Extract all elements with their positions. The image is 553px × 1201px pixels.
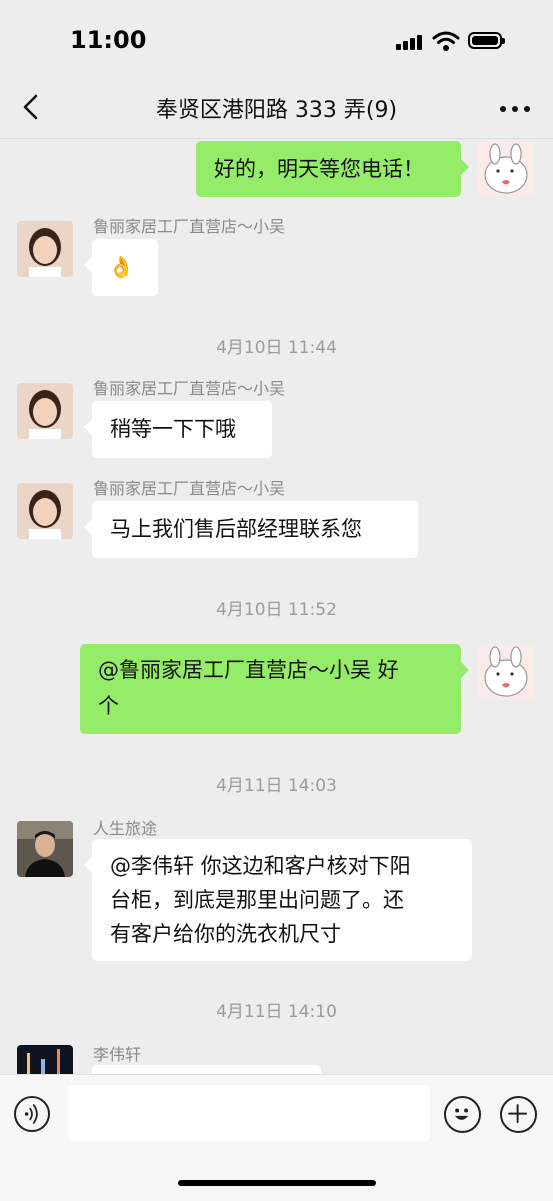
sender-name: 鲁丽家居工厂直营店～小吴 [93, 479, 286, 498]
home-indicator[interactable] [178, 1180, 376, 1186]
sender-avatar[interactable] [17, 221, 73, 277]
message-bubble-incoming[interactable]: 马上我们售后部经理联系您 [84, 501, 418, 558]
message-line: @鲁丽家居工厂直营店～小吴 好 [98, 658, 399, 682]
timestamp: 4月11日 14:10 [216, 1002, 337, 1022]
wifi-icon [432, 31, 460, 51]
more-options-button[interactable] [496, 98, 536, 118]
cellular-signal-icon [396, 34, 424, 50]
sender-name: 鲁丽家居工厂直营店～小吴 [93, 217, 286, 236]
timestamp: 4月11日 14:03 [216, 776, 337, 796]
message-list[interactable]: 好的，明天等您电话！ 鲁丽家居工厂直营店～小吴 👌 4月10日 11:44 鲁丽… [0, 139, 553, 1074]
sender-avatar[interactable] [17, 1045, 73, 1074]
message-bubble-outgoing[interactable]: 好的，明天等您电话！ [196, 141, 469, 197]
message-line: 个 [98, 694, 119, 718]
message-bubble-incoming[interactable]: 👌 [84, 239, 158, 296]
my-avatar[interactable] [478, 644, 534, 700]
chat-title: 奉贤区港阳路 333 弄(9) [155, 98, 398, 123]
message-line: @李伟轩 你这边和客户核对下阳 [110, 854, 411, 878]
message-bubble-incoming[interactable]: @李伟轩 你这边和客户核对下阳 台柜，到底是那里出问题了。还 有客户给你的洗衣机… [84, 839, 472, 961]
message-bubble-outgoing[interactable]: @鲁丽家居工厂直营店～小吴 好 个 [80, 644, 469, 734]
message-bubble-incoming[interactable]: 稍等一下下哦 [84, 401, 272, 458]
plus-icon[interactable] [500, 1096, 537, 1133]
sender-avatar[interactable] [17, 821, 73, 877]
sender-avatar[interactable] [17, 483, 73, 539]
message-bubble-incoming[interactable] [92, 1065, 321, 1074]
message-line: 有客户给你的洗衣机尺寸 [110, 922, 341, 946]
timestamp: 4月10日 11:52 [216, 600, 337, 620]
timestamp: 4月10日 11:44 [216, 338, 337, 358]
sender-name: 人生旅途 [93, 819, 158, 838]
voice-icon[interactable] [14, 1096, 50, 1132]
my-avatar[interactable] [478, 141, 534, 197]
sender-avatar[interactable] [17, 383, 73, 439]
battery-icon [468, 32, 505, 49]
message-input[interactable] [68, 1085, 430, 1141]
emoji-icon[interactable] [444, 1096, 481, 1133]
status-bar: 11:00 [0, 0, 553, 80]
sender-name: 鲁丽家居工厂直营店～小吴 [93, 379, 286, 398]
message-line: 台柜，到底是那里出问题了。还 [110, 888, 404, 912]
status-time: 11:00 [70, 26, 147, 54]
sender-name: 李伟轩 [93, 1045, 142, 1064]
chat-header: 奉贤区港阳路 333 弄(9) [0, 80, 553, 139]
